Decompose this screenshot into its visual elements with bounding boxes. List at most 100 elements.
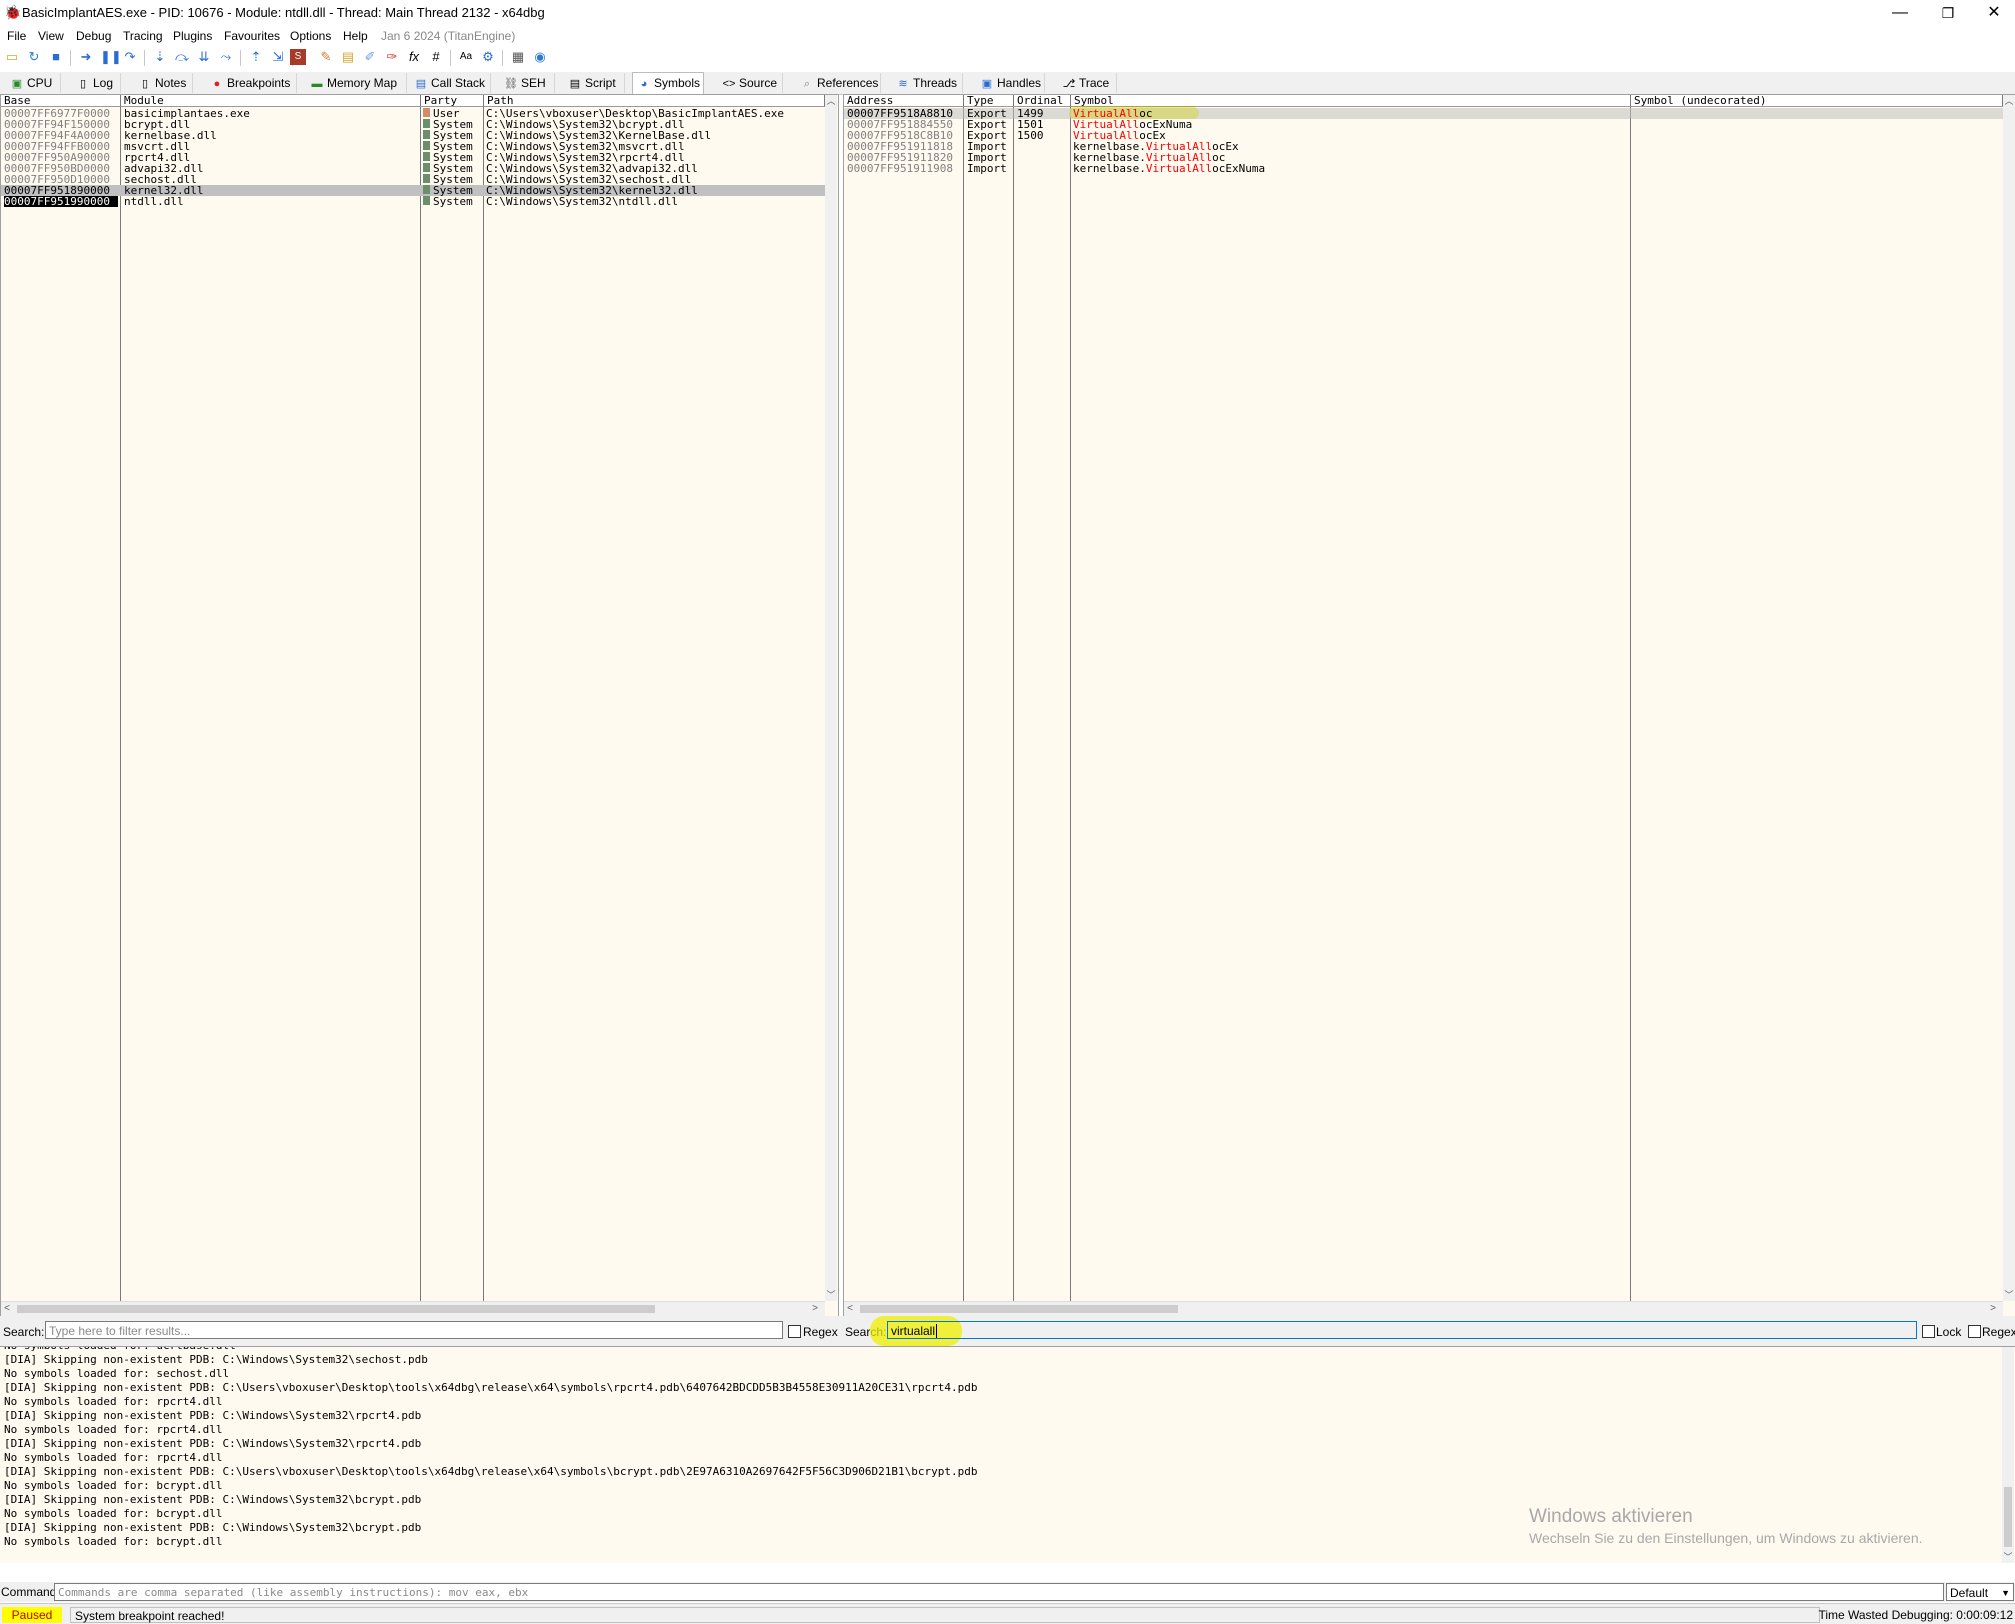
symbol-row[interactable]: 00007FF9518C8B10 Export 1500 VirtualAllocEx — [844, 130, 2003, 141]
tab-seh[interactable]: ⛓ SEH — [500, 73, 555, 93]
symbols-list[interactable]: Address Type Ordinal Symbol Symbol (unde… — [843, 94, 2015, 1318]
symbols-vertical-scrollbar[interactable]: ︿ ﹀ — [2003, 95, 2015, 1301]
hash-icon[interactable]: # — [428, 49, 444, 65]
column-header-symbol[interactable]: Symbol — [1071, 95, 1631, 107]
column-header-base[interactable]: Base — [1, 95, 121, 107]
column-header-path[interactable]: Path — [484, 95, 825, 107]
symbol-search-input[interactable]: virtualall — [887, 1321, 1917, 1339]
menu-debug[interactable]: Debug — [76, 29, 111, 43]
scroll-left-icon[interactable]: < — [1, 1302, 13, 1316]
symbol-row[interactable]: 00007FF951911818 Import kernelbase.Virtual… — [844, 141, 2003, 152]
calculator-icon[interactable]: ▦ — [510, 49, 526, 65]
comments-icon[interactable]: ▤ — [340, 49, 356, 65]
scrollbar-thumb[interactable] — [860, 1305, 1178, 1313]
labels-icon[interactable]: ✐ — [362, 49, 378, 65]
menu-help[interactable]: Help — [343, 29, 368, 43]
modules-vertical-scrollbar[interactable]: ︿ ﹀ — [825, 95, 837, 1301]
command-type-dropdown[interactable]: Default ▼ — [1946, 1583, 2014, 1601]
column-header-ordinal[interactable]: Ordinal — [1014, 95, 1071, 107]
scroll-down-icon[interactable]: ﹀ — [2003, 1289, 2015, 1301]
run-icon[interactable]: ➜ — [78, 49, 94, 65]
menu-options[interactable]: Options — [290, 29, 331, 43]
symbol-row[interactable]: 00007FF951911820 Import kernelbase.Virtual… — [844, 152, 2003, 163]
module-row[interactable]: 00007FF951890000 kernel32.dll System C:\Win… — [1, 185, 825, 196]
scroll-up-icon[interactable]: ︿ — [2003, 95, 2015, 107]
module-row[interactable]: 00007FF6977F0000 basicimplantaes.exe User C… — [1, 108, 825, 119]
bookmarks-icon[interactable]: ✑ — [384, 49, 400, 65]
user-module-icon — [423, 108, 430, 117]
column-header-party[interactable]: Party — [421, 95, 484, 107]
step-into-icon[interactable]: ⇣ — [152, 49, 168, 65]
scylla-icon[interactable]: S — [290, 49, 306, 65]
functions-icon[interactable]: fx — [406, 49, 422, 65]
menu-plugins[interactable]: Plugins — [173, 29, 212, 43]
module-row[interactable]: 00007FF94FFB0000 msvcrt.dll System C:\Windo… — [1, 141, 825, 152]
scroll-left-icon[interactable]: < — [844, 1302, 856, 1316]
module-row[interactable]: 00007FF94F4A0000 kernelbase.dll System C:\W… — [1, 130, 825, 141]
lock-checkbox[interactable] — [1922, 1325, 1935, 1338]
trace-into-icon[interactable]: ⇊ — [196, 49, 212, 65]
run-until-return-icon[interactable]: ↷ — [122, 49, 138, 65]
trace-over-icon[interactable]: ⤳ — [218, 49, 234, 65]
tab-cpu[interactable]: ▣ CPU — [6, 73, 61, 93]
symbol-row[interactable]: 00007FF951911908 Import kernelbase.Virtual… — [844, 163, 2003, 174]
run-to-user-code-icon[interactable]: ⇲ — [270, 49, 286, 65]
scroll-right-icon[interactable]: > — [1987, 1302, 1999, 1316]
scroll-right-icon[interactable]: > — [809, 1302, 821, 1316]
scrollbar-thumb[interactable] — [17, 1305, 655, 1313]
pause-icon[interactable]: ❚❚ — [100, 49, 122, 65]
close-button[interactable]: ✕ — [1974, 2, 2014, 24]
patch-icon[interactable]: ✎ — [318, 49, 334, 65]
symbol-row[interactable]: 00007FF9518A8810 Export 1499 VirtualAlloc — [844, 108, 2003, 119]
command-input[interactable]: Commands are comma separated (like assem… — [54, 1583, 1944, 1601]
execute-till-return-icon[interactable]: ⇡ — [248, 49, 264, 65]
tab-script[interactable]: ▤ Script — [564, 73, 625, 93]
tab-notes[interactable]: ▯ Notes — [134, 73, 193, 93]
restore-button[interactable]: ❐ — [1928, 2, 1968, 24]
menu-tracing[interactable]: Tracing — [123, 29, 163, 43]
module-row[interactable]: 00007FF950D10000 sechost.dll System C:\Wind… — [1, 174, 825, 185]
open-icon[interactable]: ▭ — [4, 49, 20, 65]
tab-log[interactable]: ▯ Log — [72, 73, 121, 93]
scroll-down-icon[interactable]: ﹀ — [825, 1289, 837, 1301]
tab-memory-map[interactable]: ▬ Memory Map — [306, 73, 407, 93]
settings-icon[interactable]: ⚙ — [480, 49, 496, 65]
minimize-button[interactable]: — — [1880, 2, 1920, 24]
tab-references[interactable]: ⌕ References — [796, 73, 881, 93]
column-header-type[interactable]: Type — [964, 95, 1014, 107]
column-header-symbol-undecorated[interactable]: Symbol (undecorated) — [1631, 95, 2003, 107]
restart-icon[interactable]: ↻ — [26, 49, 42, 65]
stop-icon[interactable]: ■ — [48, 49, 64, 65]
step-over-icon[interactable]: ⤼ — [174, 49, 190, 65]
tab-trace[interactable]: ⎇ Trace — [1058, 73, 1117, 93]
column-header-address[interactable]: Address — [844, 95, 964, 107]
modules-horizontal-scrollbar[interactable]: < > — [1, 1301, 825, 1316]
regex-checkbox-right[interactable] — [1968, 1325, 1981, 1338]
scrollbar-thumb[interactable] — [2004, 1487, 2012, 1547]
tab-handles[interactable]: ▣ Handles — [976, 73, 1045, 93]
help-icon[interactable]: ◉ — [532, 49, 548, 65]
module-row[interactable]: 00007FF94F150000 bcrypt.dll System C:\Windo… — [1, 119, 825, 130]
scroll-down-icon[interactable]: ﹀ — [2002, 1551, 2014, 1563]
modules-list[interactable]: Base Module Party Path 00007FF6977F0000 b… — [0, 94, 839, 1318]
menu-favourites[interactable]: Favourites — [224, 29, 280, 43]
module-search-input[interactable]: Type here to filter results... — [45, 1321, 783, 1339]
module-row[interactable]: 00007FF951990000 ntdll.dll System C:\Window… — [1, 196, 825, 207]
symbols-horizontal-scrollbar[interactable]: < > — [844, 1301, 2003, 1316]
tab-breakpoints[interactable]: ● Breakpoints — [206, 73, 297, 93]
column-header-module[interactable]: Module — [121, 95, 421, 107]
font-icon[interactable]: Aa — [458, 49, 474, 65]
tab-call-stack[interactable]: ▤ Call Stack — [410, 73, 491, 93]
log-vertical-scrollbar[interactable]: ﹀ — [2002, 1347, 2014, 1563]
regex-checkbox-left[interactable] — [788, 1325, 801, 1338]
module-row[interactable]: 00007FF950BD0000 advapi32.dll System C:\Win… — [1, 163, 825, 174]
tab-source[interactable]: <> Source — [718, 73, 783, 93]
seh-icon: ⛓ — [504, 78, 518, 90]
module-row[interactable]: 00007FF950A90000 rpcrt4.dll System C:\Windo… — [1, 152, 825, 163]
menu-view[interactable]: View — [38, 29, 64, 43]
symbol-row[interactable]: 00007FF951884550 Export 1501 VirtualAllocEx… — [844, 119, 2003, 130]
menu-file[interactable]: File — [7, 29, 26, 43]
tab-symbols[interactable]: ◕ Symbols — [632, 72, 704, 95]
tab-threads[interactable]: ≋ Threads — [892, 73, 963, 93]
scroll-up-icon[interactable]: ︿ — [825, 95, 837, 107]
